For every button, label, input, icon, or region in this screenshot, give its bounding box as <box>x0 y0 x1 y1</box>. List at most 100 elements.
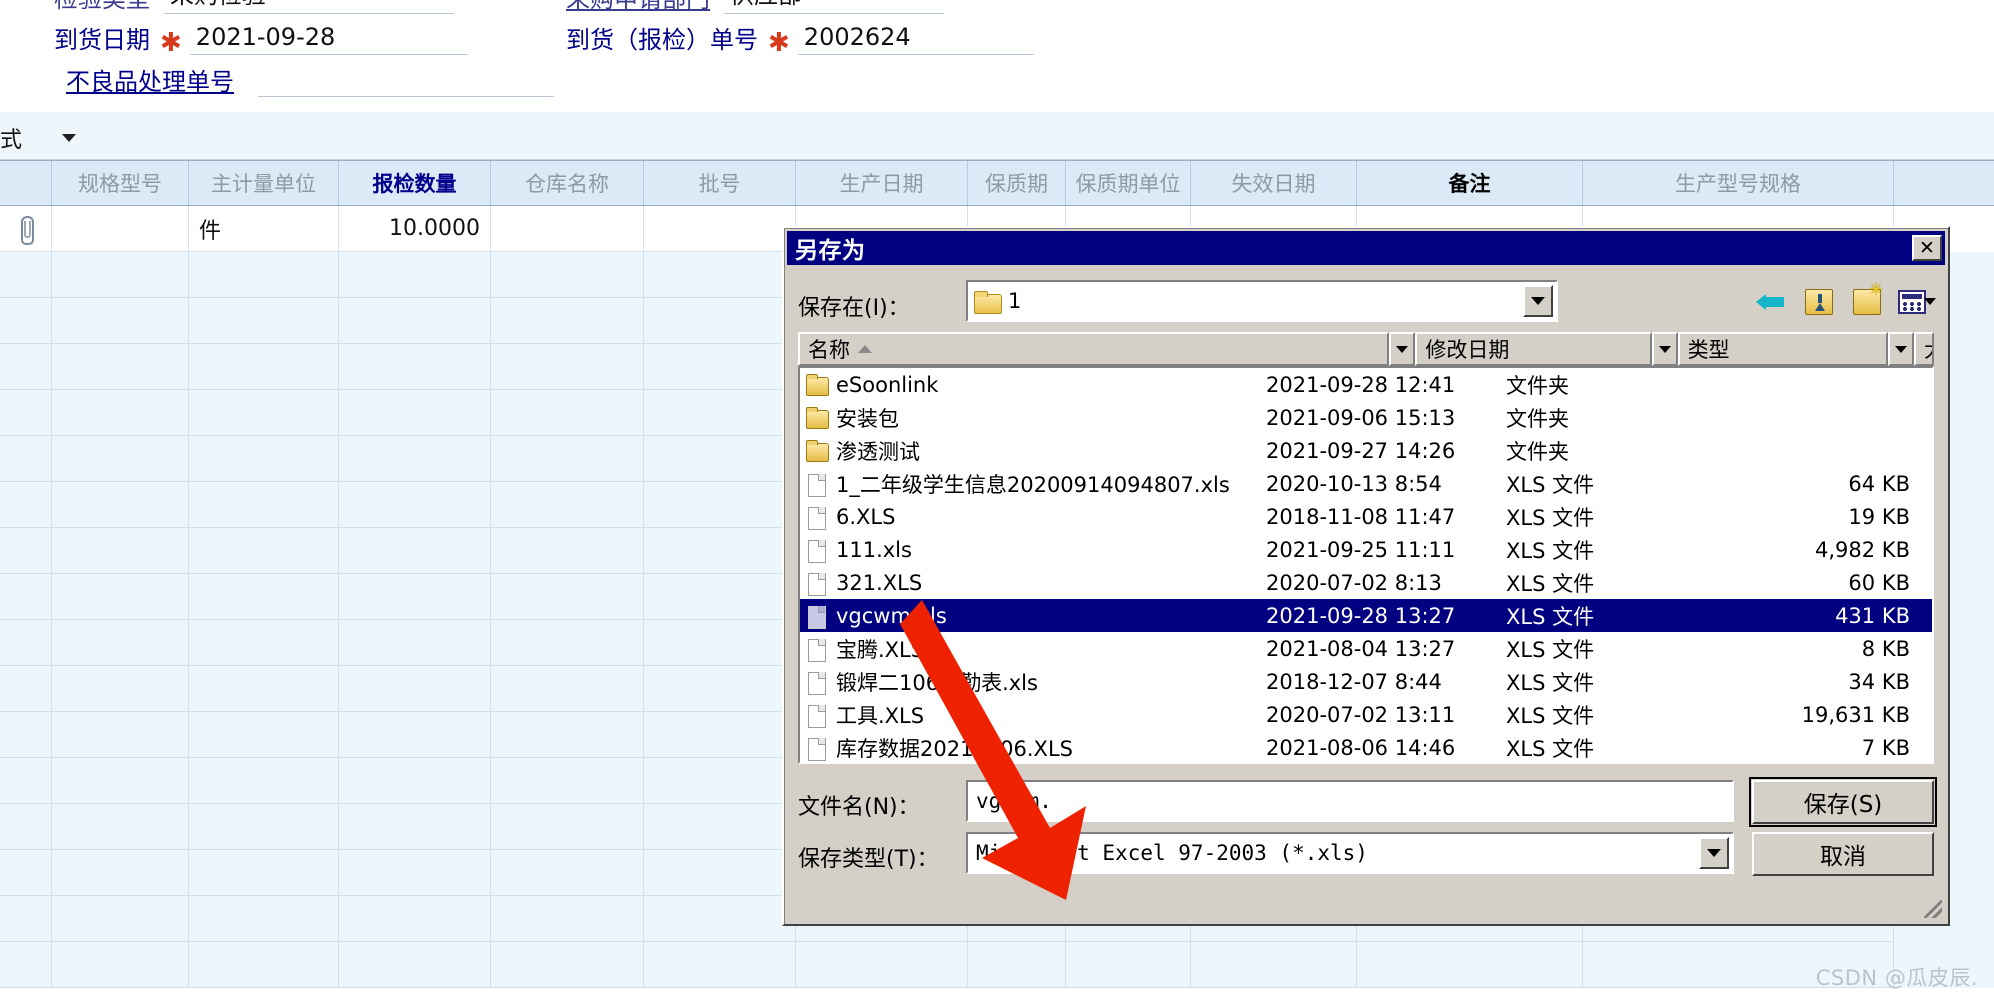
filename-input[interactable]: vgcwm. <box>966 780 1734 822</box>
grid-cell[interactable] <box>339 804 491 850</box>
grid-cell[interactable] <box>339 436 491 482</box>
column-filter-button[interactable] <box>1888 332 1914 366</box>
form-field-arrival-date[interactable]: 到货日期 ✱ 2021-09-28 <box>54 20 468 55</box>
grid-cell[interactable] <box>0 344 52 390</box>
file-list-item[interactable]: 321.XLS 2020-07-02 8:13 XLS 文件 60 KB <box>800 566 1932 599</box>
grid-cell[interactable] <box>189 804 339 850</box>
grid-cell[interactable] <box>644 390 796 436</box>
grid-cell[interactable] <box>339 298 491 344</box>
file-list-column-header[interactable]: 名称 <box>798 332 1390 366</box>
grid-cell[interactable] <box>491 344 644 390</box>
grid-cell[interactable] <box>1357 942 1583 988</box>
grid-cell[interactable] <box>491 298 644 344</box>
grid-cell[interactable] <box>644 252 796 298</box>
file-list-column-header[interactable]: 修改日期 <box>1415 332 1652 366</box>
form-field-value[interactable]: 供应部 <box>724 0 944 14</box>
file-list-item[interactable]: vgcwm.xls 2021-09-28 13:27 XLS 文件 431 KB <box>800 599 1932 632</box>
grid-cell[interactable] <box>189 574 339 620</box>
grid-cell[interactable] <box>644 482 796 528</box>
grid-cell[interactable] <box>491 528 644 574</box>
grid-column-header[interactable]: 失效日期 <box>1191 161 1357 205</box>
grid-cell[interactable] <box>0 390 52 436</box>
dialog-title-bar[interactable]: 另存为 ✕ <box>787 231 1945 265</box>
grid-cell[interactable] <box>491 804 644 850</box>
grid-cell[interactable] <box>189 666 339 712</box>
grid-cell[interactable] <box>491 620 644 666</box>
grid-cell[interactable] <box>644 850 796 896</box>
grid-column-header[interactable]: 规格型号 <box>52 161 189 205</box>
grid-cell[interactable] <box>0 252 52 298</box>
grid-cell[interactable] <box>644 804 796 850</box>
grid-column-header[interactable]: 生产型号规格 <box>1583 161 1894 205</box>
grid-cell[interactable] <box>491 436 644 482</box>
attachment-icon[interactable] <box>19 214 34 245</box>
grid-cell[interactable] <box>1191 942 1357 988</box>
filetype-dropdown-button[interactable] <box>1699 837 1729 869</box>
grid-column-header[interactable]: 主计量单位 <box>189 161 339 205</box>
file-list-item[interactable]: 锻焊二106考勤表.xls 2018-12-07 8:44 XLS 文件 34 KB <box>800 665 1932 698</box>
chevron-down-icon[interactable] <box>62 134 76 142</box>
grid-cell[interactable] <box>644 344 796 390</box>
grid-cell[interactable] <box>52 252 189 298</box>
grid-cell[interactable] <box>189 758 339 804</box>
views-icon[interactable] <box>1896 284 1936 320</box>
grid-cell[interactable] <box>52 206 189 252</box>
cancel-button[interactable]: 取消 <box>1752 832 1934 876</box>
grid-cell[interactable] <box>644 758 796 804</box>
form-field-purchase-dept[interactable]: 采购申请部门 供应部 <box>566 0 944 14</box>
grid-cell[interactable]: 10.0000 <box>339 206 491 252</box>
file-list-item[interactable]: 库存数据20210806.XLS 2021-08-06 14:46 XLS 文件 7 … <box>800 731 1932 762</box>
grid-column-header[interactable]: 批号 <box>644 161 796 205</box>
grid-cell[interactable] <box>339 666 491 712</box>
grid-cell[interactable] <box>644 712 796 758</box>
grid-cell[interactable] <box>339 896 491 942</box>
grid-cell[interactable] <box>189 252 339 298</box>
form-field-arrival-doc-no[interactable]: 到货（报检）单号 ✱ 2002624 <box>566 20 1034 55</box>
grid-cell[interactable] <box>52 804 189 850</box>
grid-cell[interactable] <box>0 850 52 896</box>
form-field-inspection-type[interactable]: 检验类型 采购检验 <box>54 0 454 14</box>
grid-cell[interactable] <box>0 666 52 712</box>
grid-cell[interactable] <box>491 712 644 758</box>
up-folder-icon[interactable] <box>1800 284 1838 320</box>
grid-cell[interactable] <box>644 942 796 988</box>
grid-cell[interactable] <box>52 436 189 482</box>
grid-row[interactable] <box>0 942 1994 988</box>
grid-cell[interactable] <box>644 620 796 666</box>
grid-cell[interactable] <box>52 482 189 528</box>
close-icon[interactable]: ✕ <box>1912 235 1942 261</box>
grid-cell[interactable] <box>644 298 796 344</box>
grid-cell[interactable] <box>491 252 644 298</box>
grid-cell[interactable] <box>0 574 52 620</box>
file-list-column-header[interactable]: 类型 <box>1677 332 1888 366</box>
grid-cell[interactable]: 件 <box>189 206 339 252</box>
grid-cell[interactable] <box>0 942 52 988</box>
grid-cell[interactable] <box>0 298 52 344</box>
file-list-item[interactable]: 渗透测试 2021-09-27 14:26 文件夹 <box>800 434 1932 467</box>
grid-cell[interactable] <box>339 712 491 758</box>
grid-cell[interactable] <box>491 206 644 252</box>
grid-cell[interactable] <box>189 712 339 758</box>
resize-grip[interactable] <box>1924 900 1942 918</box>
save-button[interactable]: 保存(S) <box>1749 777 1937 827</box>
grid-cell[interactable] <box>1066 942 1191 988</box>
form-field-defect-doc-no[interactable]: 不良品处理单号 <box>66 62 554 97</box>
file-list-body[interactable]: eSoonlink 2021-09-28 12:41 文件夹 安装包 2021-09-0… <box>798 366 1934 764</box>
file-list-item[interactable]: 安装包 2021-09-06 15:13 文件夹 <box>800 401 1932 434</box>
grid-cell[interactable] <box>339 574 491 620</box>
grid-cell[interactable] <box>644 206 796 252</box>
grid-column-header[interactable] <box>0 161 52 205</box>
grid-cell[interactable] <box>644 528 796 574</box>
grid-cell[interactable] <box>189 850 339 896</box>
grid-cell[interactable] <box>189 896 339 942</box>
grid-cell[interactable] <box>52 850 189 896</box>
form-field-value[interactable]: 2021-09-28 <box>189 23 468 55</box>
grid-cell[interactable] <box>0 896 52 942</box>
grid-cell[interactable] <box>644 574 796 620</box>
grid-cell[interactable] <box>0 206 52 252</box>
grid-cell[interactable] <box>339 344 491 390</box>
grid-cell[interactable] <box>339 252 491 298</box>
grid-cell[interactable] <box>52 942 189 988</box>
file-list-item[interactable]: 工具.XLS 2020-07-02 13:11 XLS 文件 19,631 KB <box>800 698 1932 731</box>
grid-cell[interactable] <box>491 482 644 528</box>
